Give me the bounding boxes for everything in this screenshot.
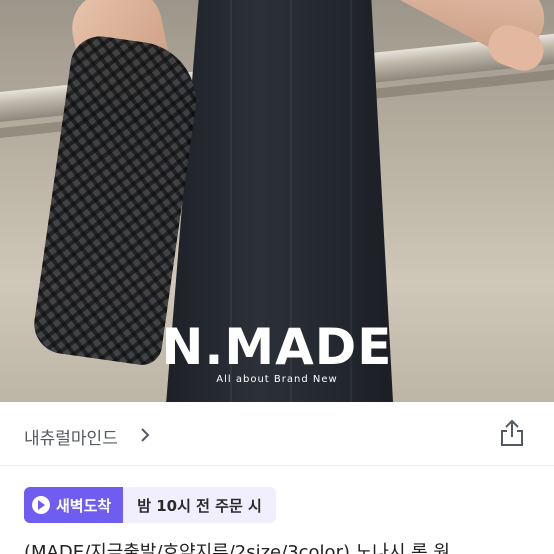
share-icon[interactable]	[498, 418, 526, 448]
product-title: (MADE/지금출발/호약지루/2size/3color) 노나시 롱 원	[24, 542, 450, 554]
order-cutoff-badge: 밤 10시 전 주문 시	[123, 487, 276, 523]
brand-tagline: All about Brand New	[216, 374, 338, 385]
chevron-right-icon	[141, 428, 150, 442]
product-hero-image[interactable]: N.MADE All about Brand New	[0, 0, 554, 402]
dawn-delivery-badge: 새벽도착	[24, 487, 124, 523]
shop-link[interactable]: 내츄럴마인드	[0, 402, 554, 466]
badge-primary-label: 새벽도착	[56, 496, 112, 515]
shop-name: 내츄럴마인드	[24, 429, 118, 449]
brand-logo: N.MADE	[161, 318, 393, 376]
delivery-badges: 새벽도착 밤 10시 전 주문 시	[24, 487, 276, 523]
arrow-badge-icon	[32, 496, 50, 514]
